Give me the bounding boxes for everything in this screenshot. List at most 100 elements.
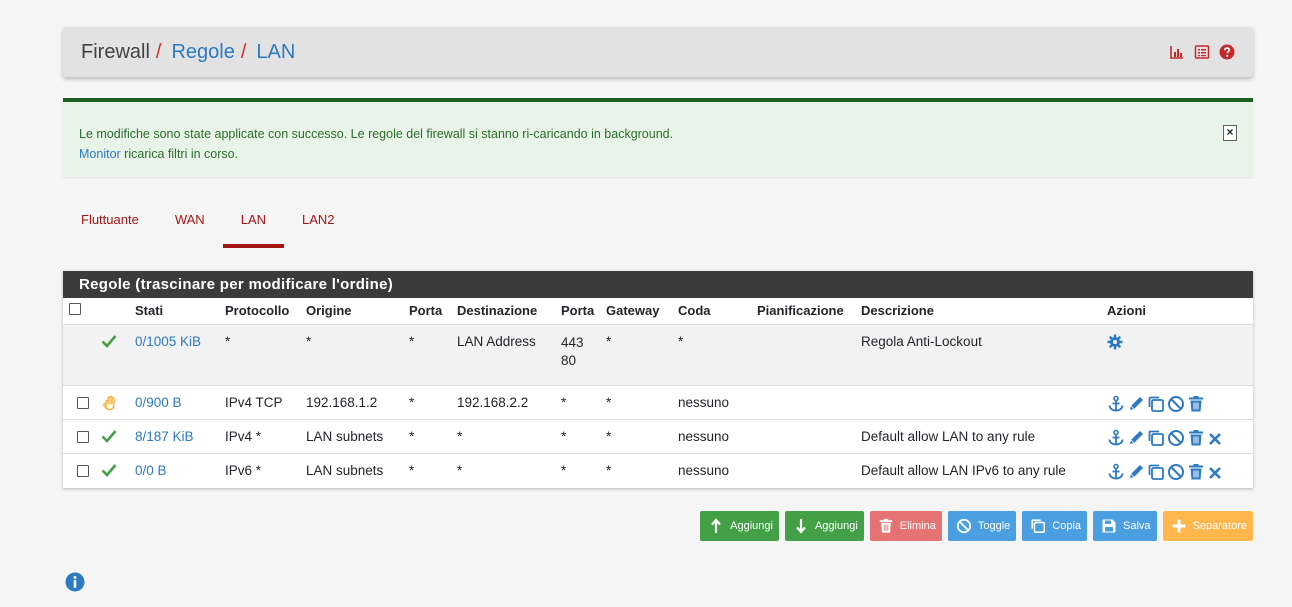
schedule-cell — [753, 325, 857, 386]
gateway-cell: * — [606, 463, 612, 478]
delete-button[interactable]: Elimina — [869, 511, 942, 541]
copy-icon[interactable] — [1147, 395, 1165, 413]
add-top-label: Aggiungi — [730, 520, 773, 532]
rules-panel: Regole (trascinare per modificare l'ordi… — [63, 271, 1253, 488]
plus-icon — [1171, 518, 1187, 534]
breadcrumb-firewall: Firewall — [81, 40, 150, 63]
queue-cell: nessuno — [678, 395, 730, 410]
gateway-cell: * — [606, 395, 612, 410]
states-link[interactable]: 0/1005 KiB — [135, 334, 201, 349]
close-button[interactable]: × — [1223, 125, 1237, 141]
copy-icon — [1030, 518, 1046, 534]
copy-icon[interactable] — [1147, 429, 1165, 447]
states-link[interactable]: 8/187 KiB — [135, 429, 194, 444]
alert-message: Le modifiche sono state applicate con su… — [79, 127, 674, 141]
check-icon — [97, 420, 131, 454]
col-protocollo: Protocollo — [225, 303, 290, 318]
breadcrumb-lan-link[interactable]: LAN — [256, 41, 295, 64]
destination-port-cell: 443 80 — [557, 325, 602, 386]
copy-icon[interactable] — [1147, 463, 1165, 481]
row-checkbox[interactable] — [77, 431, 89, 443]
col-porta-dst: Porta — [561, 303, 595, 318]
separator-button[interactable]: Separatore — [1162, 511, 1253, 541]
breadcrumb: Firewall / Regole / LAN — [81, 41, 295, 64]
description-cell: Default allow LAN to any rule — [861, 429, 1036, 444]
pencil-icon[interactable] — [1127, 429, 1145, 447]
col-azioni: Azioni — [1107, 303, 1146, 318]
disable-icon[interactable] — [1167, 395, 1185, 413]
delete-x-icon[interactable] — [1207, 463, 1223, 481]
schedule-cell — [753, 454, 857, 488]
panel-title: Regole (trascinare per modificare l'ordi… — [63, 271, 1253, 298]
copy-button[interactable]: Copia — [1022, 511, 1088, 541]
breadcrumb-regole-link[interactable]: Regole — [171, 41, 234, 64]
anchor-icon[interactable] — [1107, 463, 1125, 481]
tab-fluttuante[interactable]: Fluttuante — [63, 212, 157, 248]
destination-port-443: 443 — [561, 335, 584, 350]
destination-port-80: 80 — [561, 353, 577, 368]
pencil-icon[interactable] — [1127, 463, 1145, 481]
anchor-icon[interactable] — [1107, 395, 1125, 413]
destination-port-cell: * — [561, 429, 567, 444]
interface-tabs: Fluttuante WAN LAN LAN2 — [63, 212, 353, 248]
delete-x-icon[interactable] — [1207, 429, 1223, 447]
delete-label: Elimina — [899, 520, 936, 532]
row-checkbox[interactable] — [77, 465, 89, 477]
protocol-cell: IPv4 * — [225, 429, 262, 444]
trash-icon[interactable] — [1187, 429, 1205, 447]
chart-icon[interactable] — [1169, 44, 1185, 60]
protocol-cell: IPv4 TCP — [225, 395, 283, 410]
alert-line2: Monitor ricarica filtri in corso. — [79, 144, 1237, 164]
rules-table: Stati Protocollo Origine Porta Destinazi… — [63, 298, 1253, 488]
add-top-button[interactable]: Aggiungi — [700, 511, 779, 541]
col-coda: Coda — [678, 303, 711, 318]
source-port-cell: * — [409, 395, 415, 410]
pencil-icon[interactable] — [1127, 395, 1145, 413]
monitor-link[interactable]: Monitor — [79, 147, 121, 161]
trash-icon[interactable] — [1187, 395, 1205, 413]
col-destinazione: Destinazione — [457, 303, 538, 318]
tab-wan[interactable]: WAN — [157, 212, 223, 248]
destination-port-cell: * — [561, 395, 567, 410]
anchor-icon[interactable] — [1107, 429, 1125, 447]
states-link[interactable]: 0/0 B — [135, 463, 167, 478]
gear-icon[interactable] — [1107, 334, 1123, 350]
help-icon[interactable] — [1219, 44, 1235, 60]
trash-icon[interactable] — [1187, 463, 1205, 481]
list-icon[interactable] — [1194, 44, 1210, 60]
disable-icon[interactable] — [1167, 463, 1185, 481]
col-gateway: Gateway — [606, 303, 660, 318]
description-cell — [857, 386, 1103, 420]
save-icon — [1101, 518, 1117, 534]
page-header: Firewall / Regole / LAN — [63, 27, 1253, 77]
select-all-checkbox[interactable] — [69, 303, 81, 315]
copy-label: Copia — [1052, 520, 1082, 532]
check-icon — [97, 325, 131, 386]
destination-cell: LAN Address — [457, 334, 536, 349]
save-button[interactable]: Salva — [1093, 511, 1157, 541]
info-icon[interactable] — [65, 572, 85, 595]
protocol-cell: IPv6 * — [225, 463, 262, 478]
row-checkbox[interactable] — [77, 397, 89, 409]
schedule-cell — [753, 386, 857, 420]
table-header: Stati Protocollo Origine Porta Destinazi… — [63, 298, 1253, 325]
tab-lan2[interactable]: LAN2 — [284, 212, 353, 248]
description-cell: Regola Anti-Lockout — [861, 334, 982, 349]
tab-lan[interactable]: LAN — [222, 212, 285, 248]
source-port-cell: * — [409, 463, 415, 478]
breadcrumb-separator: / — [155, 40, 162, 63]
toggle-button[interactable]: Toggle — [947, 511, 1017, 541]
disable-icon[interactable] — [1167, 429, 1185, 447]
check-icon — [97, 454, 131, 488]
col-origine: Origine — [306, 303, 352, 318]
trash-icon — [878, 518, 894, 534]
disable-icon — [956, 518, 972, 534]
destination-cell: * — [457, 463, 463, 478]
description-cell: Default allow LAN IPv6 to any rule — [861, 463, 1066, 478]
add-bottom-button[interactable]: Aggiungi — [784, 511, 864, 541]
destination-cell: * — [457, 429, 463, 444]
states-link[interactable]: 0/900 B — [135, 395, 182, 410]
protocol-cell: * — [225, 334, 231, 349]
schedule-cell — [753, 420, 857, 454]
gateway-cell: * — [606, 429, 612, 444]
